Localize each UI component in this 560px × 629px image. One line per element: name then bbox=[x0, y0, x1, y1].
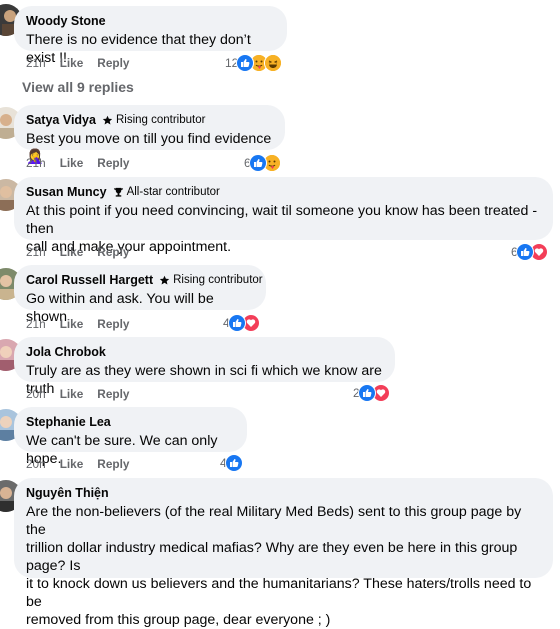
like-button[interactable]: Like bbox=[60, 56, 84, 70]
like-reaction-icon bbox=[224, 454, 243, 472]
reply-button[interactable]: Reply bbox=[97, 387, 129, 401]
star-icon bbox=[159, 275, 170, 284]
reaction-summary[interactable]: 6 bbox=[244, 154, 281, 172]
commenter-name[interactable]: Stephanie Lea bbox=[26, 415, 111, 429]
commenter-name[interactable]: Woody Stone bbox=[26, 14, 106, 28]
comment-bubble: Stephanie Lea We can't be sure. We can o… bbox=[14, 407, 247, 467]
contributor-badge[interactable]: Rising contributor bbox=[102, 114, 205, 126]
comment-bubble: Nguyên Thiện Are the non-believers (of t… bbox=[14, 478, 553, 628]
like-button[interactable]: Like bbox=[60, 156, 84, 170]
comment-bubble: Satya Vidya Rising contributor Best you … bbox=[14, 105, 285, 165]
comment-actions: 21h Like Reply bbox=[26, 55, 129, 71]
like-button[interactable]: Like bbox=[60, 457, 84, 471]
comment-actions: 21h Like Reply bbox=[26, 155, 129, 171]
reaction-summary[interactable]: 2 bbox=[353, 384, 390, 402]
comment-bubble: Carol Russell Hargett Rising contributor… bbox=[14, 265, 266, 325]
reply-button[interactable]: Reply bbox=[97, 56, 129, 70]
reaction-summary[interactable]: 4 bbox=[220, 454, 243, 472]
comment-actions: 21h Like Reply bbox=[26, 244, 129, 260]
timestamp[interactable]: 21h bbox=[26, 156, 46, 170]
star-icon bbox=[102, 115, 113, 124]
reply-button[interactable]: Reply bbox=[97, 317, 129, 331]
timestamp[interactable]: 21h bbox=[26, 56, 46, 70]
commenter-name[interactable]: Satya Vidya bbox=[26, 113, 96, 127]
reaction-summary[interactable]: 12 bbox=[225, 54, 283, 72]
like-button[interactable]: Like bbox=[60, 317, 84, 331]
like-reaction-icon bbox=[227, 314, 246, 332]
badge-label: Rising contributor bbox=[115, 114, 206, 126]
comment-text-line: At this point if you need convincing, wa… bbox=[26, 203, 538, 237]
reaction-summary[interactable]: 6 bbox=[511, 243, 548, 261]
reaction-summary[interactable]: 4 bbox=[223, 314, 260, 332]
like-reaction-icon bbox=[248, 154, 267, 172]
timestamp[interactable]: 20h bbox=[26, 457, 46, 471]
haha-reaction-icon bbox=[264, 54, 283, 72]
reply-button[interactable]: Reply bbox=[97, 245, 129, 259]
contributor-badge[interactable]: All-star contributor bbox=[113, 186, 220, 198]
timestamp[interactable]: 21h bbox=[26, 245, 46, 259]
like-reaction-icon bbox=[357, 384, 376, 402]
timestamp[interactable]: 20h bbox=[26, 387, 46, 401]
comment-bubble: Woody Stone There is no evidence that th… bbox=[14, 6, 287, 66]
contributor-badge[interactable]: Rising contributor bbox=[159, 274, 263, 286]
comment-text: Are the non-believers (of the real Milit… bbox=[26, 503, 541, 629]
reply-button[interactable]: Reply bbox=[97, 156, 129, 170]
badge-label: All-star contributor bbox=[126, 186, 220, 198]
like-reaction-icon bbox=[515, 243, 534, 261]
comment-actions: 21h Like Reply bbox=[26, 316, 129, 332]
comment-text-line: removed from this group page, dear every… bbox=[26, 612, 331, 628]
commenter-name[interactable]: Carol Russell Hargett bbox=[26, 273, 153, 287]
comment-actions: 20h Like Reply bbox=[26, 386, 129, 402]
comment-bubble: Jola Chrobok Truly are as they were show… bbox=[14, 337, 395, 397]
like-button[interactable]: Like bbox=[60, 245, 84, 259]
like-button[interactable]: Like bbox=[60, 387, 84, 401]
commenter-name[interactable]: Susan Muncy bbox=[26, 185, 107, 199]
commenter-name[interactable]: Nguyên Thiện bbox=[26, 486, 109, 500]
comment-text-line: Are the non-believers (of the real Milit… bbox=[26, 504, 522, 538]
trophy-icon bbox=[113, 187, 123, 197]
reply-button[interactable]: Reply bbox=[97, 457, 129, 471]
commenter-name[interactable]: Jola Chrobok bbox=[26, 345, 106, 359]
comment-text-line: trillion dollar industry medical mafias?… bbox=[26, 540, 518, 574]
timestamp[interactable]: 21h bbox=[26, 317, 46, 331]
comment-text-line: it to knock down us believers and the hu… bbox=[26, 576, 532, 610]
badge-label: Rising contributor bbox=[173, 274, 263, 286]
comment-actions: 20h Like Reply bbox=[26, 456, 129, 472]
view-all-replies-link[interactable]: View all 9 replies bbox=[22, 79, 134, 95]
comment-bubble: Susan Muncy All-star contributor At this… bbox=[14, 177, 553, 255]
